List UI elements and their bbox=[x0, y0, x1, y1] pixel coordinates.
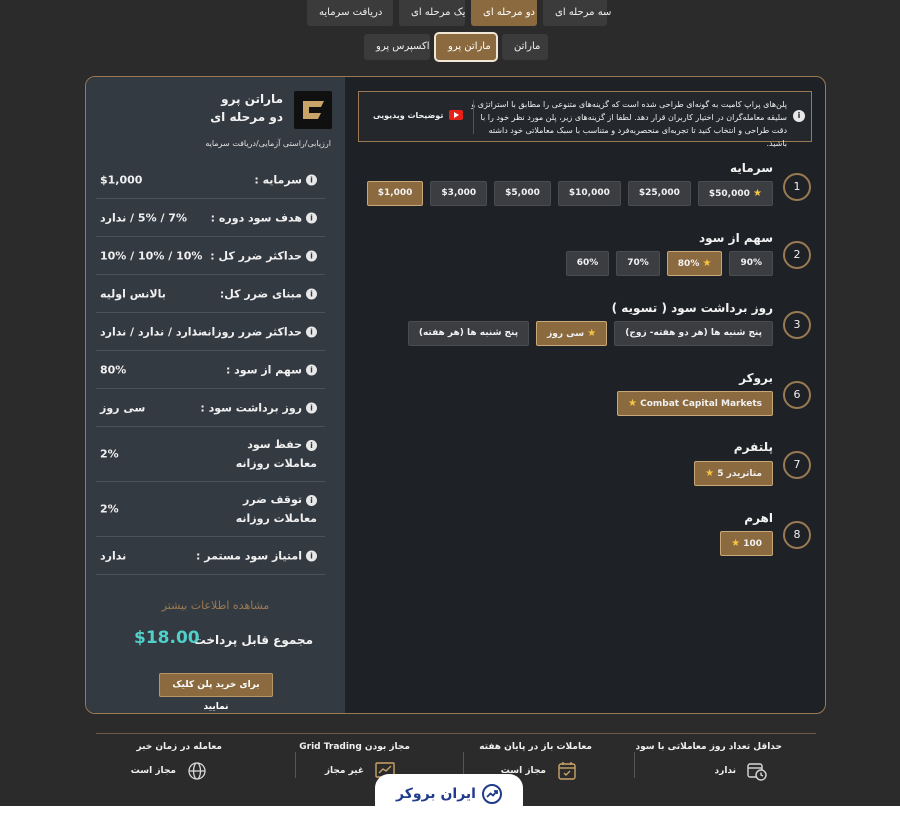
total-value: $18.00 bbox=[134, 628, 200, 648]
summary-row-profit-target: iهدف سود دوره : 7% / 5% / ندارد bbox=[96, 199, 325, 237]
summary-row-payout-day: iروز برداشت سود : سی روز bbox=[96, 389, 325, 427]
summary-row-max-loss: iحداکثر ضرر کل : 10% / 10% / 10% bbox=[96, 237, 325, 275]
summary-row-capital: iسرمایه : $1,000 bbox=[96, 161, 325, 199]
step-title: روز برداشت سود ( تسویه ) bbox=[611, 301, 773, 315]
plan-name: ماراتن پرو bbox=[221, 92, 283, 106]
total-label: مجموع قابل پرداخت bbox=[193, 633, 313, 647]
brand-name: ایران بروکر bbox=[396, 786, 476, 802]
info-icon[interactable]: i bbox=[306, 439, 317, 451]
feature-min-profit-days: حداقل تعداد روز معاملاتی با سود ندارد bbox=[612, 742, 782, 786]
step-title: بروکر bbox=[739, 371, 773, 385]
star-icon: ★ bbox=[587, 328, 597, 339]
star-icon: ★ bbox=[731, 538, 741, 549]
option-biweekly-thursday[interactable]: پنج شنبه ها (هر دو هفته- زوج) bbox=[614, 321, 773, 346]
step-title: سهم از سود bbox=[699, 231, 773, 245]
tab-marathon-pro[interactable]: ماراتن پرو bbox=[434, 32, 498, 62]
tab-three-step[interactable]: سه مرحله ای bbox=[543, 0, 611, 26]
profit-share-options: 90% ★ 80% 70% 60% bbox=[565, 251, 773, 276]
step-number: 3 bbox=[783, 311, 811, 339]
summary-row-daily-stop-loss: iتوقف ضرر معاملات روزانه 2% bbox=[96, 482, 325, 537]
info-icon[interactable]: i bbox=[306, 494, 317, 506]
info-icon[interactable]: i bbox=[306, 212, 317, 224]
calendar-clock-icon bbox=[746, 760, 768, 782]
platform-options: متاتریدر 5 ★ bbox=[694, 461, 773, 486]
plan-config: i پلن‌های پراپ کامیت به گونه‌ای طراحی شد… bbox=[345, 77, 825, 713]
option-thirty-days[interactable]: ★ سی روز bbox=[536, 321, 608, 346]
option-leverage-100[interactable]: ★ 100 bbox=[720, 531, 773, 556]
youtube-icon bbox=[449, 110, 464, 120]
info-text: پلن‌های پراپ کامیت به گونه‌ای طراحی شده … bbox=[471, 100, 787, 148]
leverage-options: ★ 100 bbox=[720, 531, 773, 556]
step-title: اهرم bbox=[744, 511, 773, 525]
star-icon: ★ bbox=[705, 468, 715, 479]
option-5000[interactable]: $5,000 bbox=[494, 181, 551, 206]
option-60[interactable]: 60% bbox=[565, 251, 610, 276]
option-weekly-thursday[interactable]: پنج شنبه ها (هر هفته) bbox=[407, 321, 530, 346]
feature-news-trading: معامله در زمان خبر مجاز است bbox=[52, 742, 222, 786]
step-number: 6 bbox=[783, 381, 811, 409]
summary-row-profit-share: iسهم از سود : 80% bbox=[96, 351, 325, 389]
option-80[interactable]: ★ 80% bbox=[666, 251, 723, 276]
plan-steps: ارزیابی/راستی آزمایی/دریافت سرمایه bbox=[205, 139, 331, 148]
info-icon[interactable]: i bbox=[306, 174, 317, 186]
step-number: 1 bbox=[783, 173, 811, 201]
info-icon[interactable]: i bbox=[306, 402, 317, 414]
sub-tabs: اکسپرس پرو ماراتن پرو ماراتن bbox=[364, 32, 548, 62]
step-number: 8 bbox=[783, 521, 811, 549]
info-icon[interactable]: i bbox=[306, 288, 317, 300]
info-icon[interactable]: i bbox=[306, 364, 317, 376]
footer-divider bbox=[96, 733, 816, 734]
prop-logo bbox=[294, 91, 332, 129]
capital-options: ★ $50,000 $25,000 $10,000 $5,000 $3,000 … bbox=[366, 181, 773, 206]
tab-express-pro[interactable]: اکسپرس پرو bbox=[364, 34, 430, 60]
summary-row-daily-loss: iحداکثر ضرر روزانه : ندارد / ندارد / ندا… bbox=[96, 313, 325, 351]
summary-row-daily-profit-lock: iحفظ سود معاملات روزانه 2% bbox=[96, 427, 325, 482]
option-combat-capital[interactable]: ★ Combat Capital Markets bbox=[616, 391, 773, 416]
step-number: 2 bbox=[783, 241, 811, 269]
globe-icon bbox=[186, 760, 208, 782]
plan-panel: ماراتن پرو دو مرحله ای ارزیابی/راستی آزم… bbox=[85, 76, 826, 714]
summary-row-consistency: iامتیاز سود مستمر : ندارد bbox=[96, 537, 325, 575]
payout-day-options: پنج شنبه ها (هر دو هفته- زوج) ★ سی روز پ… bbox=[407, 321, 773, 346]
info-icon[interactable]: i bbox=[306, 250, 317, 262]
step-title: سرمایه bbox=[730, 161, 773, 175]
summary-row-loss-basis: iمبنای ضرر کل: بالانس اولیه bbox=[96, 275, 325, 313]
info-box: i پلن‌های پراپ کامیت به گونه‌ای طراحی شد… bbox=[358, 91, 812, 148]
option-25000[interactable]: $25,000 bbox=[627, 181, 691, 206]
option-metatrader-5[interactable]: متاتریدر 5 ★ bbox=[694, 461, 773, 486]
info-divider bbox=[473, 100, 474, 134]
option-90[interactable]: 90% bbox=[729, 251, 773, 276]
option-70[interactable]: 70% bbox=[616, 251, 660, 276]
star-icon: ★ bbox=[627, 398, 637, 409]
tab-marathon[interactable]: ماراتن bbox=[502, 34, 548, 60]
option-50000[interactable]: ★ $50,000 bbox=[697, 181, 773, 206]
tab-two-step[interactable]: دو مرحله ای bbox=[471, 0, 537, 26]
option-1000[interactable]: $1,000 bbox=[366, 181, 424, 206]
trend-up-icon bbox=[481, 784, 502, 804]
option-3000[interactable]: $3,000 bbox=[430, 181, 488, 206]
info-icon[interactable]: i bbox=[306, 326, 317, 338]
info-icon: i bbox=[793, 110, 805, 122]
video-guide-link[interactable]: توضیحات ویدیویی bbox=[373, 110, 464, 120]
plan-summary: ماراتن پرو دو مرحله ای ارزیابی/راستی آزم… bbox=[86, 77, 345, 713]
top-tabs: دریافت سرمایه یک مرحله ای دو مرحله ای سه… bbox=[307, 0, 611, 26]
step-title: پلتفرم bbox=[733, 440, 773, 454]
star-icon: ★ bbox=[753, 188, 762, 199]
step-number: 7 bbox=[783, 451, 811, 479]
info-icon[interactable]: i bbox=[306, 550, 317, 562]
tab-one-step[interactable]: یک مرحله ای bbox=[399, 0, 465, 26]
calendar-check-icon bbox=[556, 760, 578, 782]
feature-divider bbox=[634, 752, 635, 778]
plan-type: دو مرحله ای bbox=[210, 110, 283, 124]
more-info-link[interactable]: مشاهده اطلاعات بیشتر bbox=[86, 599, 345, 612]
option-10000[interactable]: $10,000 bbox=[557, 181, 621, 206]
tab-capital[interactable]: دریافت سرمایه bbox=[307, 0, 393, 26]
page-bottom-bar bbox=[0, 806, 900, 820]
feature-divider bbox=[295, 752, 296, 778]
buy-plan-button[interactable]: برای خرید پلن کلیک نمایید bbox=[159, 673, 273, 712]
broker-options: ★ Combat Capital Markets bbox=[616, 391, 773, 416]
star-icon: ★ bbox=[702, 258, 712, 269]
